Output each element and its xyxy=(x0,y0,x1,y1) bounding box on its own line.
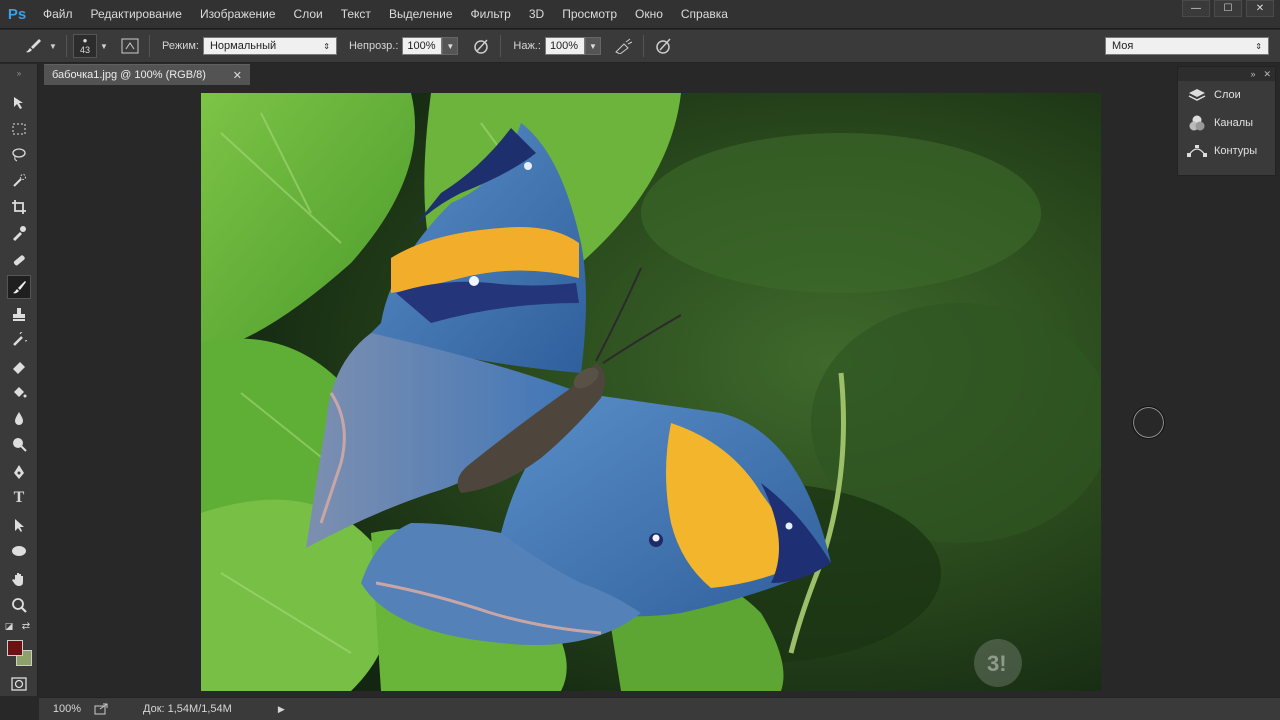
pressure-input[interactable]: 100% xyxy=(544,37,585,55)
mode-select[interactable]: Нормальный ⇕ xyxy=(202,37,337,55)
document-info: Док: 1,54M/1,54M xyxy=(143,703,232,715)
butterfly-photo[interactable]: 3! xyxy=(201,93,1101,691)
updown-arrow-icon: ⇕ xyxy=(323,41,330,51)
lasso-tool-icon[interactable] xyxy=(7,143,31,167)
status-menu-arrow-icon[interactable]: ▶ xyxy=(278,704,285,715)
photo-canvas-svg: 3! xyxy=(201,93,1101,691)
close-button[interactable]: ✕ xyxy=(1246,0,1274,17)
panel-channels-label: Каналы xyxy=(1214,117,1254,129)
menu-select[interactable]: Выделение xyxy=(380,0,462,29)
collapse-toolbar-icon[interactable]: » xyxy=(7,68,31,78)
clone-stamp-tool-icon[interactable] xyxy=(7,302,31,326)
close-document-icon[interactable]: ✕ xyxy=(233,69,242,82)
dodge-tool-icon[interactable] xyxy=(7,432,31,456)
mode-label: Режим: xyxy=(162,40,199,52)
separator xyxy=(149,35,150,57)
expand-panels-icon[interactable]: » xyxy=(1250,69,1255,79)
updown-arrow-icon: ⇕ xyxy=(1255,41,1262,51)
swap-colors-icon[interactable]: ⇄ xyxy=(20,620,32,632)
panel-paths[interactable]: Контуры xyxy=(1178,137,1275,165)
window-controls: — ☐ ✕ xyxy=(1182,0,1274,17)
app-logo: Ps xyxy=(7,5,27,23)
zoom-level[interactable]: 100% xyxy=(45,703,89,715)
layers-icon xyxy=(1186,86,1208,104)
quick-selection-tool-icon[interactable] xyxy=(7,169,31,193)
menu-view[interactable]: Просмотр xyxy=(553,0,626,29)
brush-tool-preset-icon[interactable] xyxy=(20,35,46,57)
menu-help[interactable]: Справка xyxy=(672,0,737,29)
pressure-dropdown-button[interactable]: ▼ xyxy=(584,37,601,55)
brush-dot-icon: ● xyxy=(82,36,88,45)
menu-bar: Ps Файл Редактирование Изображение Слои … xyxy=(0,0,1280,29)
workspace-value: Моя xyxy=(1112,40,1134,52)
menu-window[interactable]: Окно xyxy=(626,0,672,29)
options-bar: ▼ ● 43 ▼ Режим: Нормальный ⇕ Непрозр.: 1… xyxy=(0,30,1280,63)
chevron-down-icon[interactable]: ▼ xyxy=(46,35,60,57)
maximize-button[interactable]: ☐ xyxy=(1214,0,1242,17)
move-tool-icon[interactable] xyxy=(7,91,31,115)
export-icon[interactable] xyxy=(93,703,109,715)
eraser-tool-icon[interactable] xyxy=(7,354,31,378)
document-tab[interactable]: бабочка1.jpg @ 100% (RGB/8) ✕ xyxy=(44,64,250,85)
close-dock-icon[interactable]: ✕ xyxy=(1263,69,1271,80)
channels-icon xyxy=(1186,114,1208,132)
menu-file[interactable]: Файл xyxy=(34,0,82,29)
panel-layers-label: Слои xyxy=(1214,89,1241,101)
ellipse-tool-icon[interactable] xyxy=(7,539,31,563)
dock-header: » ✕ xyxy=(1178,67,1275,81)
separator xyxy=(642,35,644,57)
path-selection-tool-icon[interactable] xyxy=(7,513,31,537)
panel-layers[interactable]: Слои xyxy=(1178,81,1275,109)
opacity-input[interactable]: 100% xyxy=(402,37,443,55)
status-bar: 100% Док: 1,54M/1,54M ▶ xyxy=(39,697,1280,720)
menu-layers[interactable]: Слои xyxy=(285,0,332,29)
pen-tool-icon[interactable] xyxy=(7,460,31,484)
menu-image[interactable]: Изображение xyxy=(191,0,285,29)
foreground-color-swatch[interactable] xyxy=(7,640,23,656)
collapsed-panel-dock: » ✕ Слои Каналы Контуры xyxy=(1177,66,1276,176)
type-tool-icon[interactable]: T xyxy=(7,486,31,510)
minimize-button[interactable]: — xyxy=(1182,0,1210,17)
opacity-dropdown-button[interactable]: ▼ xyxy=(442,37,459,55)
history-brush-tool-icon[interactable] xyxy=(7,328,31,352)
pressure-label: Наж.: xyxy=(513,40,541,52)
pressure-size-icon[interactable] xyxy=(650,35,676,57)
brush-cursor xyxy=(1132,406,1165,439)
quick-mask-icon[interactable] xyxy=(7,672,31,696)
document-tab-title: бабочка1.jpg @ 100% (RGB/8) xyxy=(52,69,206,81)
brush-panel-toggle-icon[interactable] xyxy=(117,35,143,57)
airbrush-icon[interactable] xyxy=(611,35,637,57)
eyedropper-tool-icon[interactable] xyxy=(7,221,31,245)
brush-size-value: 43 xyxy=(79,45,90,55)
separator xyxy=(66,35,67,57)
blur-tool-icon[interactable] xyxy=(7,406,31,430)
hand-tool-icon[interactable] xyxy=(7,567,31,591)
watermark-logo: 3! xyxy=(987,651,1007,676)
paint-bucket-tool-icon[interactable] xyxy=(7,380,31,404)
panel-channels[interactable]: Каналы xyxy=(1178,109,1275,137)
panel-paths-label: Контуры xyxy=(1214,145,1258,157)
opacity-label: Непрозр.: xyxy=(348,40,399,52)
brush-size-picker[interactable]: ● 43 xyxy=(73,34,97,58)
menu-type[interactable]: Текст xyxy=(332,0,380,29)
workspace-select[interactable]: Моя ⇕ xyxy=(1105,37,1269,55)
menu-edit[interactable]: Редактирование xyxy=(82,0,191,29)
separator xyxy=(500,35,502,57)
crop-tool-icon[interactable] xyxy=(7,195,31,219)
mode-value: Нормальный xyxy=(209,40,277,52)
pressure-opacity-icon[interactable] xyxy=(468,35,494,57)
default-colors-icon[interactable]: ◪ xyxy=(3,620,15,632)
menu-3d[interactable]: 3D xyxy=(520,0,553,29)
paths-icon xyxy=(1186,142,1208,160)
healing-brush-tool-icon[interactable] xyxy=(7,248,31,272)
tools-panel: » T ◪ ⇄ xyxy=(0,64,38,696)
brush-tool-icon[interactable] xyxy=(7,275,31,299)
menu-filter[interactable]: Фильтр xyxy=(462,0,520,29)
photoshop-window: Ps Файл Редактирование Изображение Слои … xyxy=(0,0,1280,720)
zoom-tool-icon[interactable] xyxy=(7,593,31,617)
marquee-tool-icon[interactable] xyxy=(7,117,31,141)
chevron-down-icon[interactable]: ▼ xyxy=(97,35,111,57)
